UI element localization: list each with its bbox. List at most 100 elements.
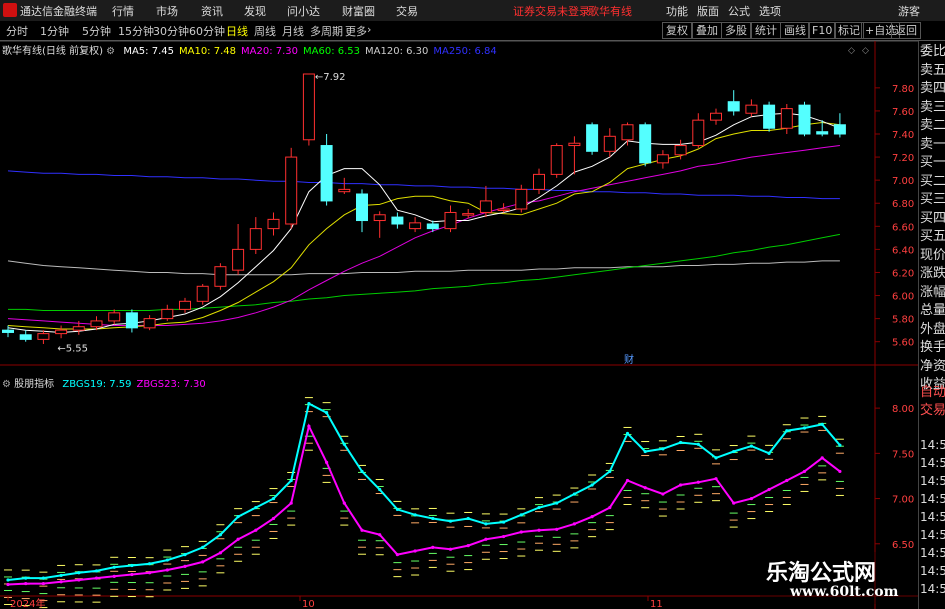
indicator-point — [148, 571, 152, 575]
indicator-point — [484, 522, 488, 526]
login-alert[interactable]: 证券交易未登录 — [513, 3, 590, 19]
candle-body — [727, 101, 740, 112]
side-label[interactable]: 现价 — [920, 247, 945, 265]
indicator-point — [679, 483, 683, 487]
overlay-button[interactable]: 叠加 — [692, 22, 722, 39]
period-tab-daily[interactable]: 日线 — [226, 23, 248, 39]
menu-item-discover[interactable]: 发现 — [244, 3, 266, 19]
side-label[interactable]: 买三 — [920, 191, 945, 209]
chart-area[interactable]: 5.60 5.80 6.00 6.20 6.40 6.60 6.80 7.00 7.20 7.40… — [0, 41, 918, 609]
stats-button[interactable]: 统计 — [751, 22, 781, 39]
indicator-point — [572, 492, 577, 496]
side-label[interactable]: 委比 — [920, 43, 945, 61]
indicator-point — [466, 543, 470, 548]
indicator-point — [696, 442, 700, 446]
menu-item-layout[interactable]: 版面 — [697, 3, 719, 19]
f10-button[interactable]: F10 — [808, 22, 837, 39]
side-label[interactable]: 涨幅 — [920, 284, 945, 302]
sub-y-tick-label: 6.50 — [892, 540, 914, 551]
candle-body — [90, 320, 103, 328]
period-tab-1min[interactable]: 1分钟 — [40, 23, 69, 39]
menu-item-options[interactable]: 选项 — [759, 3, 781, 19]
side-label[interactable]: 涨跌 — [920, 265, 945, 283]
side-label[interactable]: 卖四 — [920, 80, 945, 98]
side-label[interactable]: 自动 — [920, 384, 945, 402]
side-time: 14:56 — [920, 492, 945, 506]
stock-name: 歌华有线 — [588, 5, 632, 18]
adjust-button[interactable]: 复权 — [662, 22, 692, 39]
multi-stock-button[interactable]: 多股 — [721, 22, 751, 39]
mark-button[interactable]: 标记 — [834, 22, 864, 39]
candle-body — [639, 124, 652, 164]
period-tab-weekly[interactable]: 周线 — [254, 23, 276, 39]
indicator-point — [325, 411, 329, 415]
side-label[interactable]: 总量 — [920, 302, 945, 320]
side-label[interactable]: 卖五 — [920, 62, 945, 80]
menu-item-trade[interactable]: 交易 — [396, 3, 418, 19]
candle-body — [497, 208, 510, 211]
side-label[interactable]: 外盘 — [920, 321, 945, 339]
menu-item-function[interactable]: 功能 — [666, 3, 688, 19]
back-button[interactable]: 返回 — [891, 22, 921, 39]
indicator-point — [413, 549, 417, 553]
side-label[interactable]: 卖一 — [920, 136, 945, 154]
candle-body — [763, 104, 776, 129]
indicator-point — [714, 477, 718, 481]
candle-body — [409, 222, 422, 230]
menu-item-formula[interactable]: 公式 — [728, 3, 750, 19]
period-tab-30min[interactable]: 30分钟 — [153, 23, 189, 39]
side-label[interactable]: 买一 — [920, 154, 945, 172]
x-tick-label: 11 — [650, 599, 663, 609]
indicator-point — [448, 547, 453, 551]
side-label[interactable]: 买五 — [920, 228, 945, 246]
candle-body — [143, 318, 156, 329]
side-label[interactable]: 换手 — [920, 339, 945, 357]
menu-item-market[interactable]: 市场 — [156, 3, 178, 19]
side-label[interactable]: 买二 — [920, 173, 945, 191]
period-tab-5min[interactable]: 5分钟 — [82, 23, 111, 39]
indicator-point — [41, 576, 46, 580]
sub-y-tick-label: 7.50 — [892, 449, 914, 460]
period-tab-multi[interactable]: 多周期 — [310, 23, 343, 39]
period-tab-60min[interactable]: 60分钟 — [189, 23, 225, 39]
indicator-point — [625, 431, 630, 436]
y-tick-label: 6.20 — [892, 268, 914, 279]
menu-bar: 通达信金融终端 行情 市场 资讯 发现 问小达 财富圈 交易 证券交易未登录 歌… — [0, 0, 945, 22]
menu-item-news[interactable]: 资讯 — [201, 3, 223, 19]
more-chevron-icon[interactable]: › — [367, 23, 371, 36]
indicator-point — [378, 487, 382, 492]
menu-item-wealth[interactable]: 财富圈 — [342, 3, 375, 19]
side-label[interactable]: 交易 — [920, 402, 945, 420]
candle-body — [816, 131, 829, 135]
period-tab-more[interactable]: 更多 — [345, 23, 367, 39]
indicator-point — [289, 501, 293, 505]
draw-button[interactable]: 画线 — [780, 22, 810, 39]
indicator-point — [342, 501, 346, 505]
indicator-point — [254, 506, 258, 510]
period-tab-15min[interactable]: 15分钟 — [118, 23, 154, 39]
ma10-line — [7, 121, 840, 330]
indicator-point — [820, 456, 824, 460]
y-tick-label: 6.40 — [892, 245, 914, 256]
indicator-point — [201, 560, 205, 564]
indicator-point — [59, 573, 63, 578]
indicator-point — [643, 449, 647, 454]
side-label[interactable]: 卖二 — [920, 117, 945, 135]
side-label[interactable]: 净资 — [920, 358, 945, 376]
guest-label[interactable]: 游客 — [898, 3, 920, 19]
ma20-line — [7, 145, 840, 326]
side-label[interactable]: 卖三 — [920, 99, 945, 117]
menu-item-quotes[interactable]: 行情 — [112, 3, 134, 19]
indicator-point — [165, 558, 169, 562]
indicator-point — [112, 565, 116, 569]
period-tab-timeshare[interactable]: 分时 — [6, 23, 28, 39]
candle-body — [515, 188, 528, 210]
indicator-point — [802, 426, 807, 430]
indicator-point — [537, 528, 541, 532]
indicator-point — [307, 424, 311, 428]
menu-item-assistant[interactable]: 问小达 — [287, 3, 320, 19]
period-tab-monthly[interactable]: 月线 — [282, 23, 304, 39]
candle-body — [692, 119, 705, 147]
side-label[interactable]: 买四 — [920, 210, 945, 228]
indicator-point — [431, 545, 435, 549]
